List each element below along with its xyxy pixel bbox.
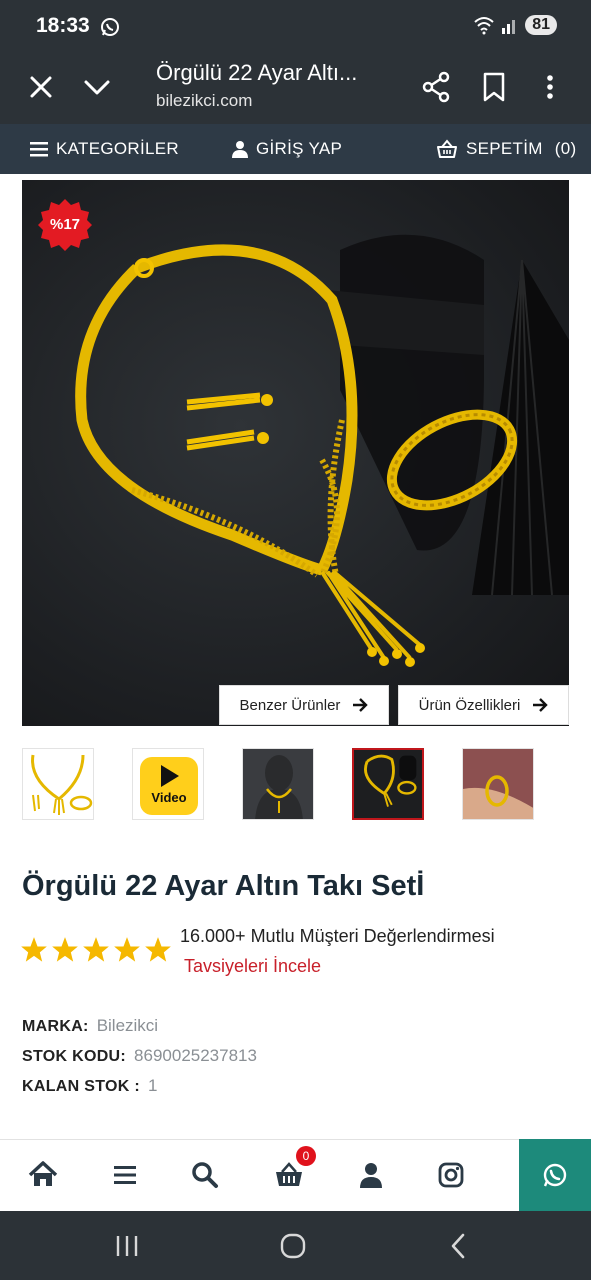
- star-icon: [145, 937, 171, 962]
- status-indicators: 81: [473, 15, 557, 35]
- battery-indicator: 81: [525, 15, 557, 35]
- similar-products-button[interactable]: Benzer Ürünler: [219, 685, 389, 725]
- spec-sku-value: 8690025237813: [134, 1046, 257, 1065]
- spec-brand-label: MARKA:: [22, 1018, 89, 1035]
- browser-toolbar: Örgülü 22 Ayar Altı... bilezikci.com: [0, 52, 591, 124]
- chevron-down-icon[interactable]: [82, 72, 112, 102]
- share-icon[interactable]: [420, 70, 452, 104]
- system-navigation-bar: [0, 1211, 591, 1280]
- spec-stock-value: 1: [147, 1076, 158, 1095]
- star-icon: [114, 937, 140, 962]
- video-tile: Video: [140, 757, 198, 815]
- whatsapp-icon: [543, 1163, 567, 1187]
- cart-label: SEPETİM: [466, 139, 543, 158]
- discount-badge: %17: [38, 198, 92, 252]
- thumbnail-4-selected[interactable]: [352, 748, 424, 820]
- recent-apps-icon[interactable]: [112, 1231, 142, 1261]
- thumbnail-set-image: [364, 754, 417, 807]
- product-features-label: Ürün Özellikleri: [418, 696, 521, 714]
- spec-sku-label: STOK KODU:: [22, 1048, 127, 1065]
- site-navigation: KATEGORİLER GİRİŞ YAP SEPETİM (0): [0, 124, 591, 174]
- video-label: Video: [151, 790, 187, 805]
- thumbnail-1[interactable]: [22, 748, 94, 820]
- similar-products-label: Benzer Ürünler: [239, 696, 341, 714]
- back-icon[interactable]: [444, 1231, 474, 1261]
- cart-link[interactable]: SEPETİM (0): [436, 124, 576, 174]
- categories-menu[interactable]: KATEGORİLER: [30, 124, 179, 174]
- user-icon: [232, 141, 248, 158]
- close-icon[interactable]: [26, 72, 56, 102]
- search-icon[interactable]: [188, 1158, 222, 1192]
- home-button-icon[interactable]: [278, 1231, 308, 1261]
- cart-count: (0): [554, 139, 577, 158]
- user-icon[interactable]: [354, 1158, 388, 1192]
- categories-label: KATEGORİLER: [56, 139, 179, 158]
- hamburger-icon: [30, 142, 48, 157]
- thumbnail-bracelet-image: [463, 749, 533, 819]
- product-features-button[interactable]: Ürün Özellikleri: [398, 685, 569, 725]
- login-link[interactable]: GİRİŞ YAP: [232, 124, 342, 174]
- wifi-icon: [474, 17, 494, 35]
- spec-brand: MARKA: Bilezikci: [22, 1016, 158, 1036]
- spec-stock-label: KALAN STOK :: [22, 1078, 140, 1095]
- star-icon: [52, 937, 78, 962]
- instagram-icon[interactable]: [434, 1158, 468, 1192]
- thumbnail-5[interactable]: [462, 748, 534, 820]
- product-main-image[interactable]: %17 Benzer Ürünler Ürün Özellikleri: [22, 180, 569, 726]
- thumbnail-video[interactable]: Video: [132, 748, 204, 820]
- thumbnail-jewelry-image: [31, 754, 93, 815]
- arrow-right-icon: [533, 698, 549, 712]
- status-time: 18:33: [36, 14, 90, 37]
- thumbnail-3[interactable]: [242, 748, 314, 820]
- play-icon: [161, 765, 179, 787]
- product-title: Örgülü 22 Ayar Altın Takı Setİ: [22, 870, 425, 902]
- status-bar: 18:33 81: [0, 0, 591, 52]
- rating-stars: [20, 936, 180, 966]
- review-count: 16.000+ Mutlu Müşteri Değerlendirmesi: [180, 926, 495, 946]
- arrow-right-icon: [353, 698, 369, 712]
- spec-brand-value: Bilezikci: [96, 1016, 159, 1035]
- cart-badge: 0: [296, 1146, 316, 1166]
- thumbnail-model-image: [255, 755, 303, 819]
- thumbnail-strip: Video: [0, 748, 591, 824]
- whatsapp-button[interactable]: [519, 1139, 591, 1211]
- basket-icon: [437, 139, 457, 158]
- page-domain: bilezikci.com: [156, 91, 253, 110]
- spec-stock: KALAN STOK : 1: [22, 1076, 157, 1096]
- jewelry-photo: [75, 234, 569, 667]
- whatsapp-icon: [101, 18, 119, 36]
- bottom-navigation: [0, 1139, 591, 1211]
- menu-icon[interactable]: [108, 1158, 142, 1192]
- spec-sku: STOK KODU: 8690025237813: [22, 1046, 257, 1066]
- more-options-icon[interactable]: [538, 70, 562, 104]
- page-title: Örgülü 22 Ayar Altı...: [156, 60, 358, 85]
- login-label: GİRİŞ YAP: [256, 139, 343, 158]
- star-icon: [83, 937, 109, 962]
- discount-text: %17: [49, 216, 81, 233]
- home-icon[interactable]: [26, 1158, 60, 1192]
- star-icon: [21, 937, 47, 962]
- signal-icon: [502, 20, 516, 34]
- reviews-link[interactable]: Tavsiyeleri İncele: [184, 956, 321, 977]
- bookmark-icon[interactable]: [480, 70, 508, 104]
